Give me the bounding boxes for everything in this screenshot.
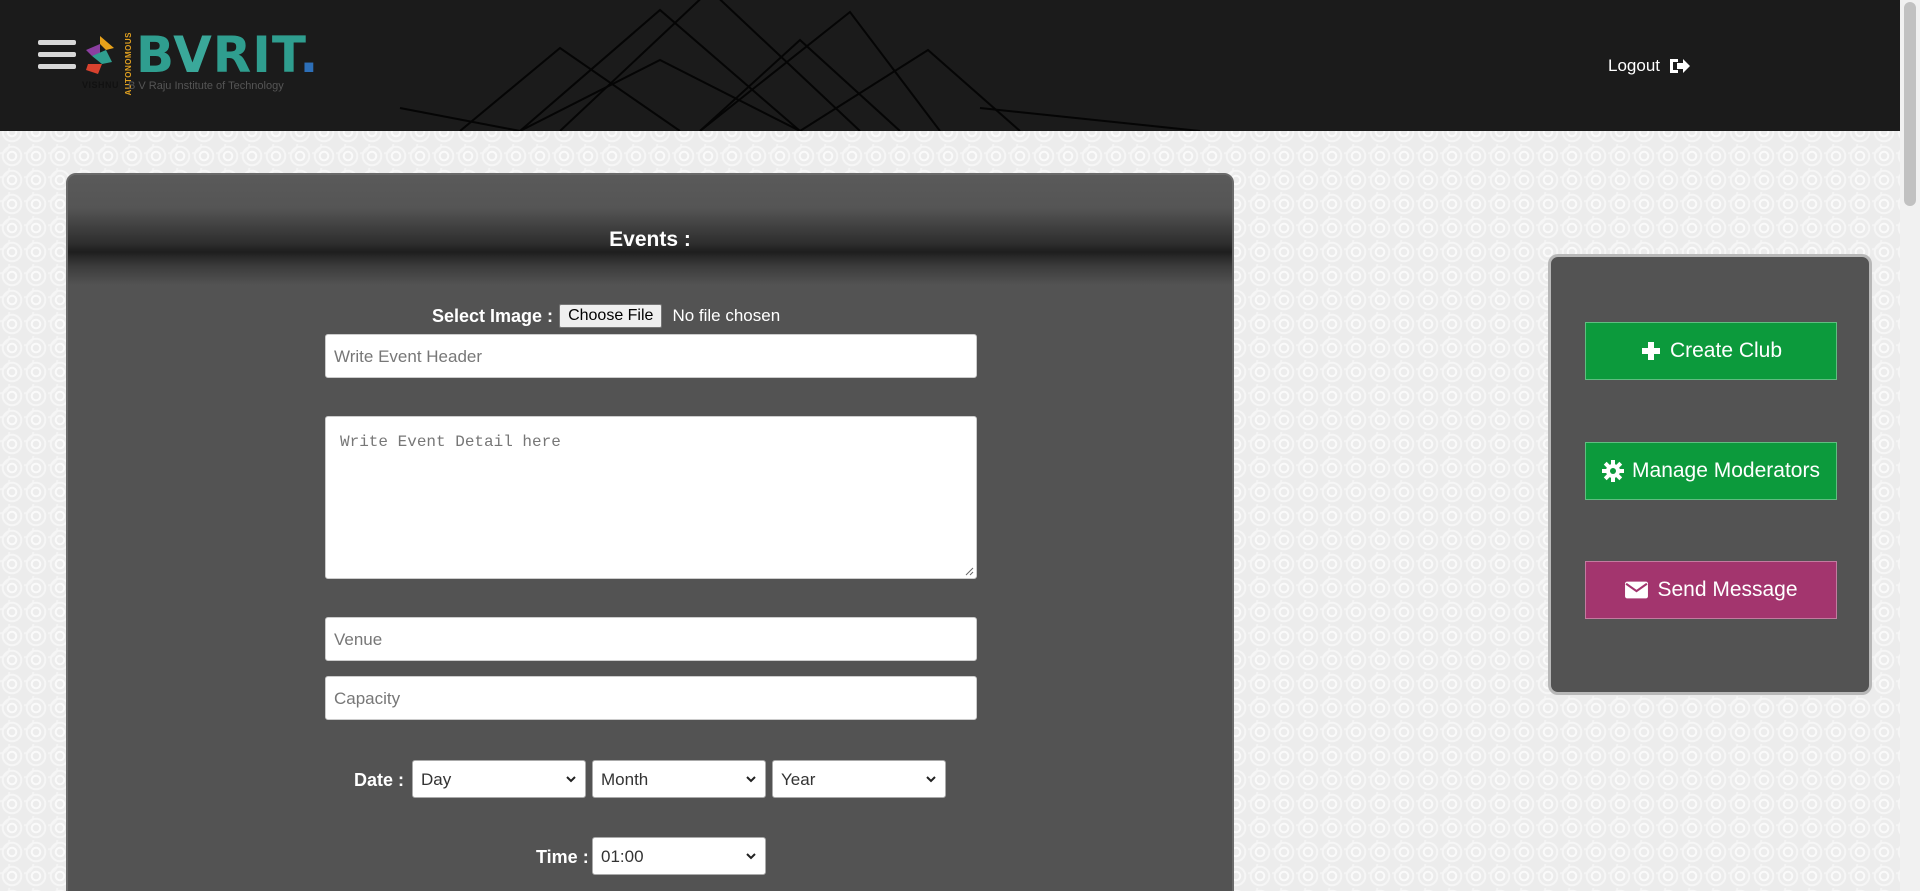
events-title: Events : (609, 228, 691, 251)
time-select-value: 01:00 (601, 847, 644, 866)
resize-grip-icon[interactable] (964, 566, 974, 576)
logout-label: Logout (1608, 56, 1660, 75)
send-message-button[interactable]: Send Message (1585, 561, 1837, 619)
no-file-text: No file chosen (672, 306, 781, 325)
gear-icon (1602, 460, 1625, 482)
event-detail-textarea[interactable]: Write Event Detail here (325, 416, 977, 579)
year-select-value: Year (781, 770, 816, 789)
event-detail-placeholder: Write Event Detail here (340, 433, 561, 451)
logout-link[interactable]: Logout (1608, 56, 1690, 76)
chevron-down-icon (926, 776, 936, 783)
header-decoration (399, 0, 1201, 131)
month-select[interactable]: Month (592, 760, 766, 798)
capacity-input[interactable]: Capacity (325, 676, 977, 720)
vishnu-logo-icon (86, 36, 114, 74)
year-select[interactable]: Year (772, 760, 946, 798)
chevron-down-icon (746, 776, 756, 783)
logo-brand: BVRIT. (136, 26, 320, 84)
hamburger-menu-icon[interactable] (38, 40, 76, 72)
event-header-input[interactable]: Write Event Header (325, 334, 977, 378)
select-image-row: Select Image : Choose File No file chose… (432, 304, 780, 328)
sign-out-icon (1670, 59, 1690, 73)
venue-input[interactable]: Venue (325, 617, 977, 661)
day-select-value: Day (421, 770, 452, 789)
day-select[interactable]: Day (412, 760, 586, 798)
create-club-label: Create Club (1669, 339, 1783, 362)
actions-panel: Create Club Manage Moderators Send Messa… (1548, 254, 1872, 695)
choose-file-button[interactable]: Choose File (559, 304, 663, 328)
events-form-panel: Events : Select Image : Choose File No f… (66, 173, 1234, 891)
envelope-icon (1625, 581, 1649, 599)
logo-subtitle: B V Raju Institute of Technology (128, 80, 284, 92)
month-select-value: Month (601, 770, 649, 789)
select-image-label: Select Image : (432, 305, 554, 326)
manage-moderators-button[interactable]: Manage Moderators (1585, 442, 1837, 500)
chevron-down-icon (746, 853, 756, 860)
chevron-down-icon (566, 776, 576, 783)
time-select[interactable]: 01:00 (592, 837, 766, 875)
create-club-button[interactable]: Create Club (1585, 322, 1837, 380)
date-label: Date : (354, 770, 405, 790)
bvrit-logo[interactable]: VISHNU AUTONOMOUS BVRIT. B V Raju Instit… (82, 26, 318, 96)
logo-group-name: VISHNU (82, 80, 120, 90)
plus-icon (1641, 342, 1660, 360)
top-header: VISHNU AUTONOMOUS BVRIT. B V Raju Instit… (0, 0, 1900, 131)
time-label: Time : (536, 847, 589, 867)
send-message-label: Send Message (1657, 578, 1798, 601)
manage-moderators-label: Manage Moderators (1632, 459, 1820, 482)
page-scrollbar[interactable] (1900, 0, 1920, 891)
scrollbar-thumb[interactable] (1904, 2, 1916, 206)
